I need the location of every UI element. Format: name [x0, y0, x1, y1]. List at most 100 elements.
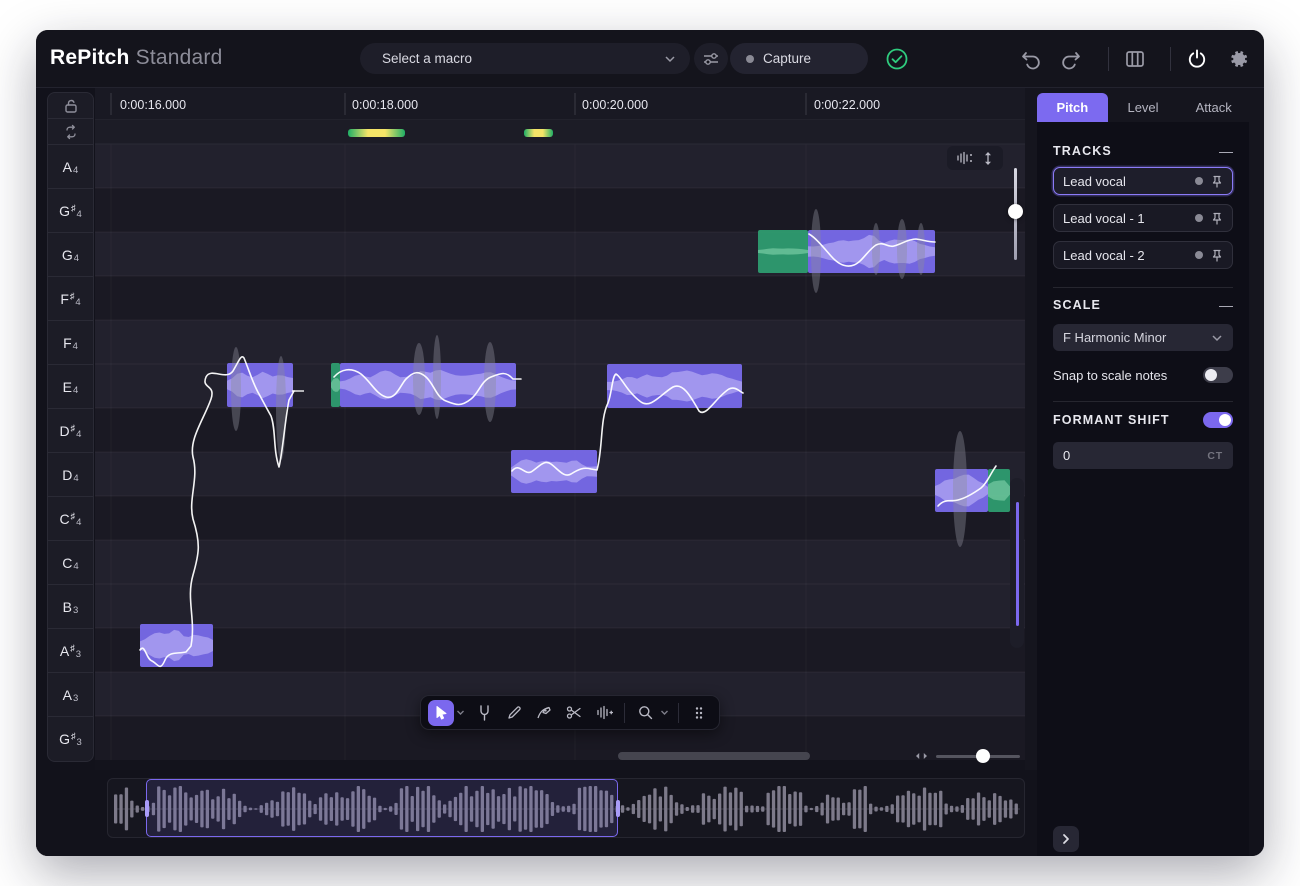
tab-pitch[interactable]: Pitch — [1037, 93, 1108, 122]
app-logo: RePitch Standard — [50, 46, 222, 70]
loop-icon — [63, 124, 79, 140]
loop-segment[interactable] — [348, 129, 405, 137]
cut-tool[interactable] — [561, 700, 587, 726]
pitch-row[interactable] — [95, 540, 1025, 584]
capture-label: Capture — [763, 51, 811, 66]
waveform-plus-icon — [596, 705, 613, 720]
pencil-icon — [507, 705, 522, 720]
vertical-scrollbar[interactable] — [1010, 478, 1024, 648]
horizontal-scrollbar-thumb[interactable] — [618, 752, 810, 760]
scissors-icon — [566, 705, 582, 720]
ruler-label: 0:00:16.000 — [120, 98, 186, 112]
top-bar: RePitch Standard Select a macro Capture — [36, 30, 1264, 88]
macro-select-value: Select a macro — [382, 51, 472, 66]
formant-shift-toggle[interactable] — [1203, 412, 1233, 428]
waveform-overview[interactable] — [107, 778, 1025, 838]
pitch-row[interactable] — [95, 628, 1025, 672]
selection-right-handle[interactable] — [616, 800, 620, 817]
horizontal-zoom-slider[interactable] — [936, 755, 1020, 758]
toolbar-drag-handle[interactable] — [686, 700, 712, 726]
vertical-zoom-icon[interactable] — [982, 151, 994, 166]
pitch-row[interactable] — [95, 496, 1025, 540]
formant-shift-unit: CT — [1207, 450, 1223, 462]
section-divider — [1053, 401, 1233, 402]
track-state-dot[interactable] — [1195, 214, 1203, 222]
pitch-row[interactable] — [95, 188, 1025, 232]
cursor-icon — [434, 705, 449, 720]
snap-to-scale-toggle[interactable] — [1203, 367, 1233, 383]
select-tool-dropdown[interactable] — [456, 708, 465, 717]
track-item[interactable]: Lead vocal - 1 — [1053, 204, 1233, 232]
macro-settings-button[interactable] — [694, 43, 728, 74]
plugin-window: RePitch Standard Select a macro Capture — [36, 30, 1264, 856]
capture-button[interactable]: Capture — [730, 43, 868, 74]
pin-icon[interactable] — [1211, 175, 1223, 188]
tab-level[interactable]: Level — [1108, 93, 1179, 122]
undo-icon[interactable] — [1018, 46, 1044, 72]
gear-icon[interactable] — [1226, 46, 1252, 72]
wave-tool[interactable] — [591, 700, 617, 726]
track-label: Lead vocal - 1 — [1063, 211, 1187, 226]
status-check-icon — [884, 46, 910, 72]
note-row-label: A4 — [48, 145, 93, 189]
ruler-label: 0:00:22.000 — [814, 98, 880, 112]
pitch-note[interactable] — [935, 469, 1010, 512]
pitch-editor[interactable]: 0:00:16.0000:00:18.0000:00:20.0000:00:22… — [95, 88, 1025, 770]
columns-layout-icon[interactable] — [1122, 46, 1148, 72]
pin-icon[interactable] — [1211, 249, 1223, 262]
tuning-fork-icon — [477, 705, 492, 721]
loop-lane[interactable] — [95, 120, 1025, 144]
selection-left-handle[interactable] — [145, 800, 149, 817]
track-label: Lead vocal - 2 — [1063, 248, 1187, 263]
time-ruler[interactable] — [95, 88, 1025, 120]
pin-icon[interactable] — [1211, 212, 1223, 225]
track-item[interactable]: Lead vocal - 2 — [1053, 241, 1233, 269]
horizontal-zoom-thumb[interactable] — [976, 749, 990, 763]
vertical-scrollbar-thumb[interactable] — [1016, 502, 1019, 626]
toolbar-divider — [678, 703, 679, 723]
track-item[interactable]: Lead vocal — [1053, 167, 1233, 195]
loop-button[interactable] — [48, 119, 93, 145]
pitch-row[interactable] — [95, 276, 1025, 320]
toolbar-divider — [624, 703, 625, 723]
tracks-collapse-icon[interactable]: — — [1219, 146, 1233, 156]
power-icon[interactable] — [1184, 46, 1210, 72]
scale-section-title: SCALE — [1053, 298, 1101, 312]
vertical-zoom-thumb[interactable] — [1008, 204, 1023, 219]
scale-collapse-icon[interactable]: — — [1219, 300, 1233, 310]
chevron-right-icon — [1060, 833, 1072, 845]
lock-button[interactable] — [48, 93, 93, 119]
topbar-divider — [1170, 47, 1171, 71]
overview-selection[interactable] — [146, 779, 618, 837]
track-state-dot[interactable] — [1195, 177, 1203, 185]
pitch-row[interactable] — [95, 144, 1025, 188]
capture-dot-icon — [746, 55, 754, 63]
note-row-label: A3 — [48, 673, 93, 717]
grip-dots-icon — [694, 706, 704, 720]
expand-panel-button[interactable] — [1053, 826, 1079, 852]
zoom-tool[interactable] — [632, 700, 658, 726]
sidebar: PitchLevelAttack TRACKS — Lead vocal Lead… — [1037, 93, 1249, 856]
note-row-label: C4 — [48, 541, 93, 585]
waveform-display-toggle-icon[interactable] — [956, 151, 974, 165]
formant-section-title: FORMANT SHIFT — [1053, 413, 1170, 427]
loop-segment[interactable] — [524, 129, 553, 137]
macro-select[interactable]: Select a macro — [360, 43, 690, 74]
pen-tool[interactable] — [531, 700, 557, 726]
tab-attack[interactable]: Attack — [1178, 93, 1249, 122]
pencil-tool[interactable] — [501, 700, 527, 726]
scale-select[interactable]: F Harmonic Minor — [1053, 324, 1233, 351]
redo-icon[interactable] — [1058, 46, 1084, 72]
zoom-tool-dropdown[interactable] — [660, 708, 669, 717]
horizontal-zoom-icon — [915, 751, 928, 761]
track-state-dot[interactable] — [1195, 251, 1203, 259]
pitch-tool[interactable] — [471, 700, 497, 726]
section-divider — [1053, 287, 1233, 288]
tracks-section-title: TRACKS — [1053, 144, 1112, 158]
formant-shift-input[interactable]: 0 CT — [1053, 442, 1233, 469]
magnifier-icon — [638, 705, 653, 720]
note-row-label: B3 — [48, 585, 93, 629]
select-tool[interactable] — [428, 700, 454, 726]
pitch-row[interactable] — [95, 584, 1025, 628]
macro-settings-icon — [703, 51, 719, 67]
